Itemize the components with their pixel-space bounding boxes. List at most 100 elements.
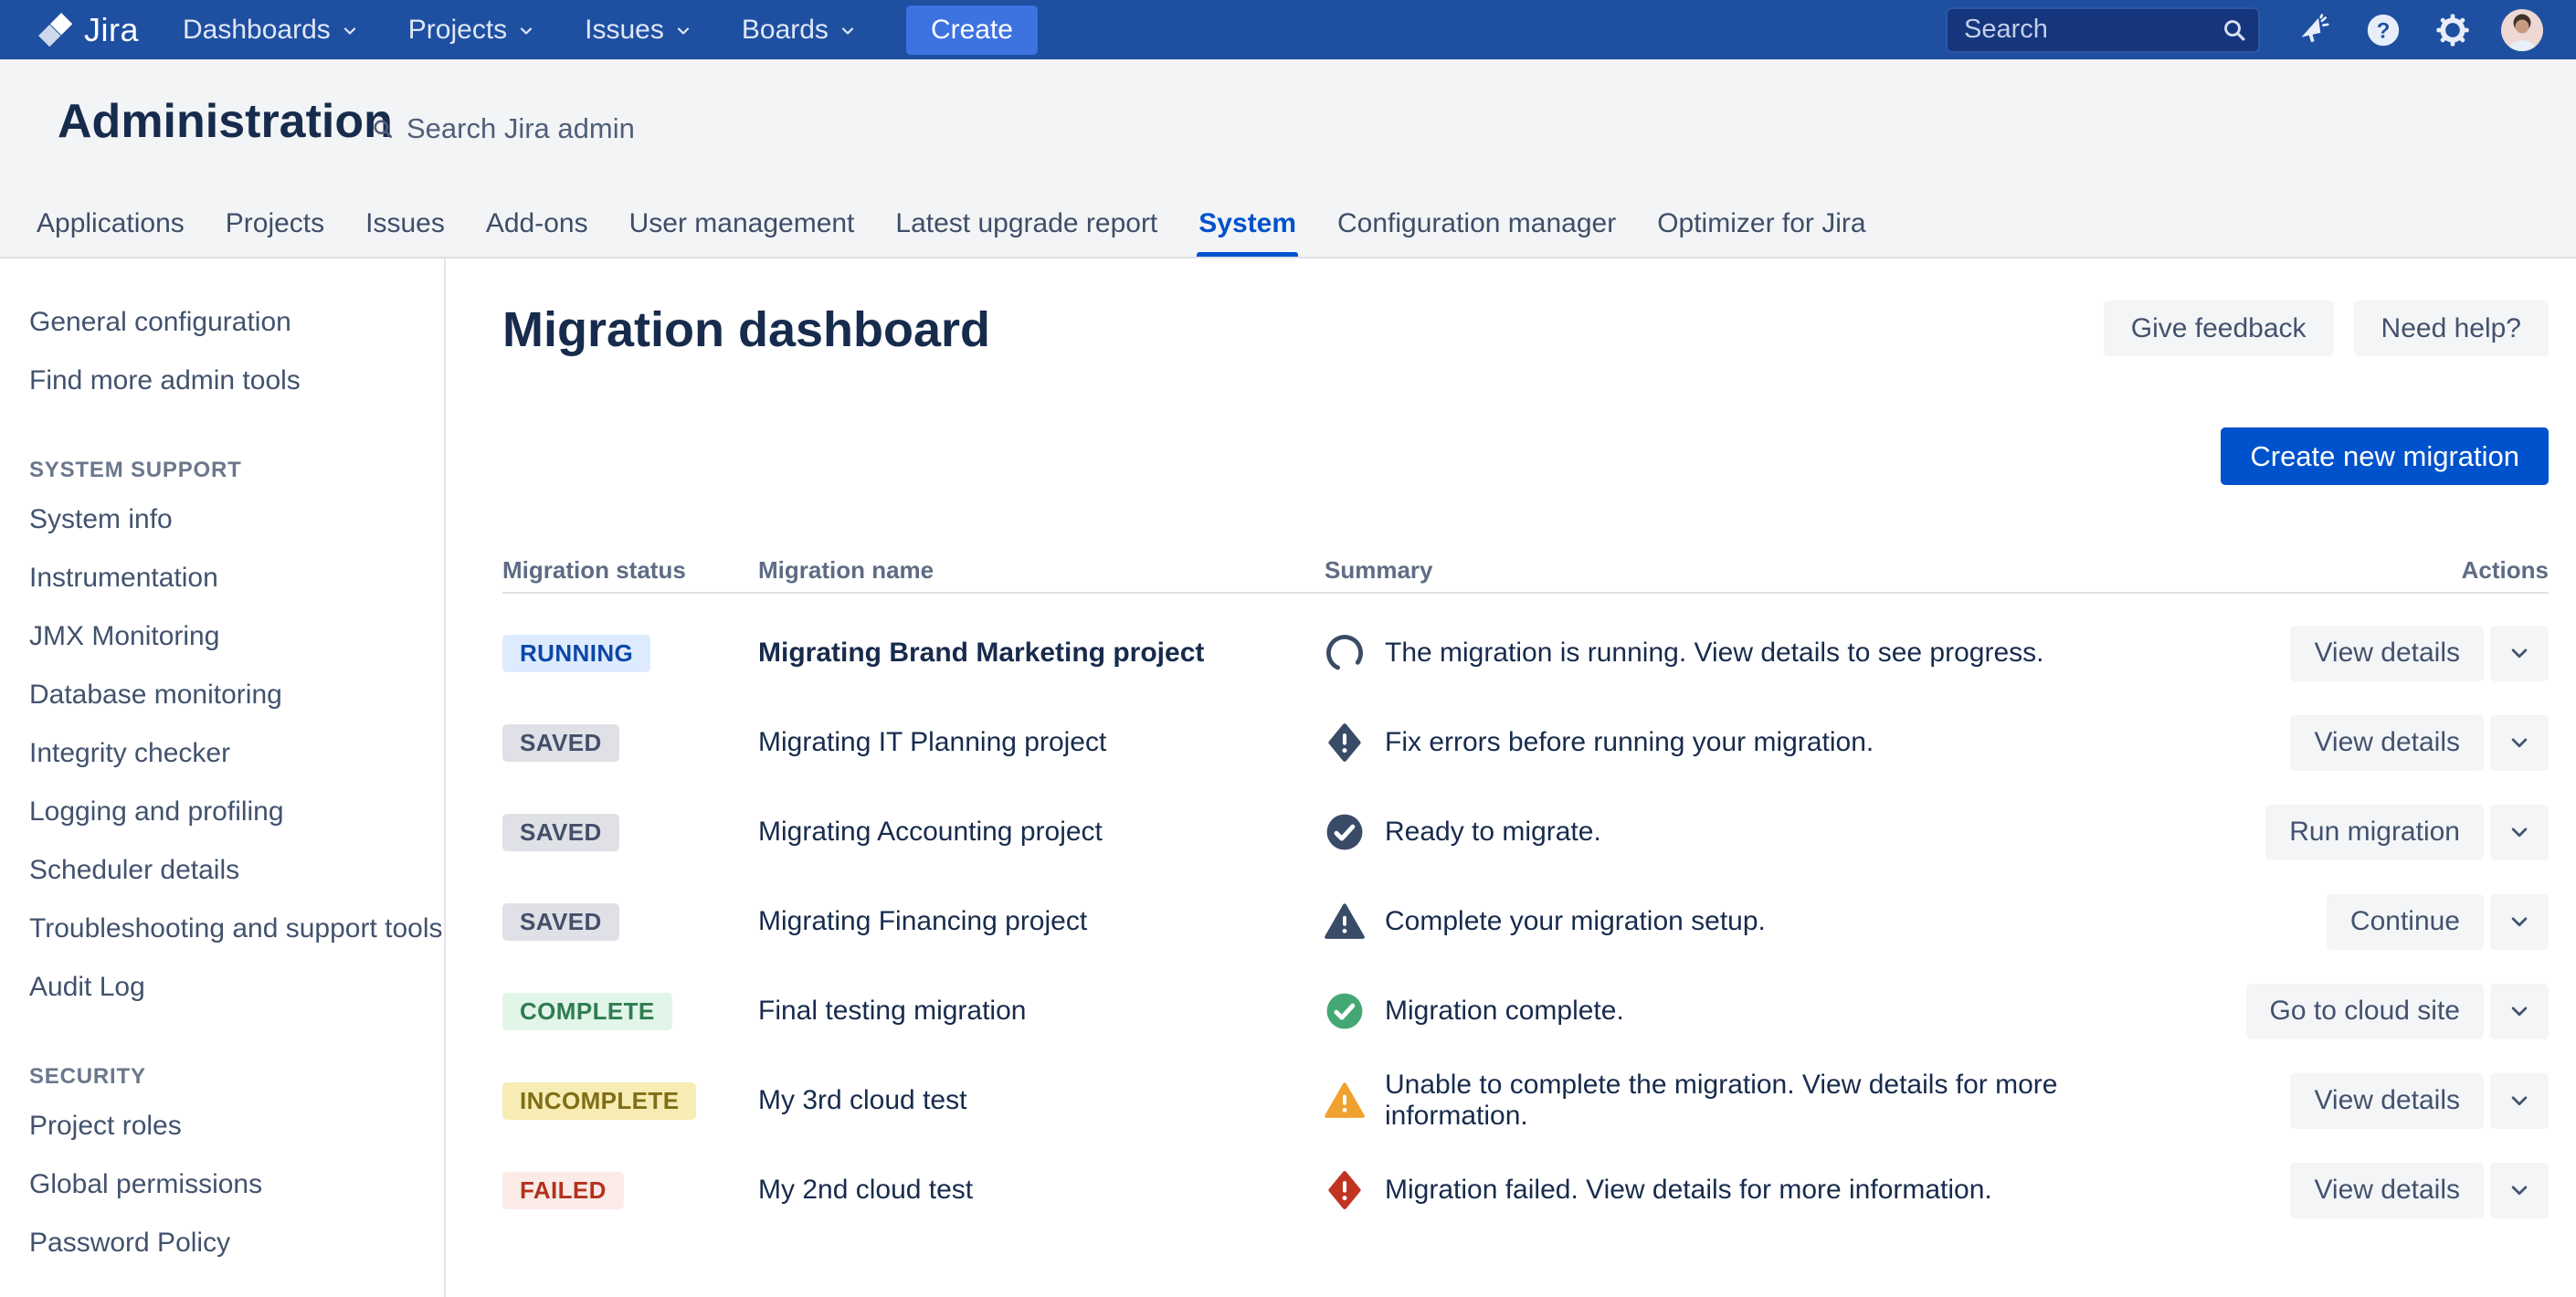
row-action-button[interactable]: Go to cloud site xyxy=(2245,983,2484,1039)
announcement-icon[interactable] xyxy=(2293,9,2335,51)
name-cell: My 2nd cloud test xyxy=(758,1175,1325,1206)
sidebar-item-password-policy[interactable]: Password Policy xyxy=(0,1214,444,1272)
error-diamond-dark-icon xyxy=(1325,722,1365,763)
jira-admin-screen: Jira Dashboards Projects Issues Boards Crea… xyxy=(0,0,2576,1297)
col-migration-status: Migration status xyxy=(502,555,686,584)
tab-system[interactable]: System xyxy=(1197,208,1298,257)
nav-item-projects[interactable]: Projects xyxy=(408,15,537,46)
nav-item-dashboards[interactable]: Dashboards xyxy=(183,15,361,46)
row-action-button[interactable]: View details xyxy=(2290,625,2484,681)
tab-issues[interactable]: Issues xyxy=(364,208,447,257)
sidebar-item-system-info[interactable]: System info xyxy=(0,490,444,549)
sidebar-item-audit-log[interactable]: Audit Log xyxy=(0,958,444,1017)
user-avatar[interactable] xyxy=(2501,8,2543,51)
migration-name: Migrating Brand Marketing project xyxy=(758,638,1205,668)
actions-cell: View details xyxy=(2165,1072,2549,1129)
sidebar-item-database-monitoring[interactable]: Database monitoring xyxy=(0,666,444,724)
table-row: SAVED Migrating Financing project Complete… xyxy=(502,877,2549,966)
sidebar-item-instrumentation[interactable]: Instrumentation xyxy=(0,549,444,607)
status-cell: COMPLETE xyxy=(502,992,758,1030)
name-cell: Migrating Accounting project xyxy=(758,817,1325,848)
chevron-down-icon xyxy=(2506,729,2533,756)
nav-item-boards[interactable]: Boards xyxy=(742,15,859,46)
migration-name: My 3rd cloud test xyxy=(758,1085,967,1115)
summary-text: Complete your migration setup. xyxy=(1385,906,1766,936)
row-action-menu-button[interactable] xyxy=(2490,983,2549,1039)
top-navigation-bar: Jira Dashboards Projects Issues Boards Crea… xyxy=(0,0,2576,59)
summary-cell: The migration is running. View details t… xyxy=(1325,633,2165,673)
status-badge: RUNNING xyxy=(502,634,651,672)
chevron-down-icon xyxy=(2506,908,2533,935)
sidebar-section-title: SECURITY xyxy=(29,1064,146,1089)
tab-latest-upgrade-report[interactable]: Latest upgrade report xyxy=(893,208,1159,257)
sidebar-item-logging-and-profiling[interactable]: Logging and profiling xyxy=(0,783,444,841)
chevron-down-icon xyxy=(2506,997,2533,1025)
tab-applications[interactable]: Applications xyxy=(35,208,186,257)
jira-logo-icon xyxy=(33,9,75,51)
row-action-button[interactable]: Run migration xyxy=(2265,804,2484,860)
create-button[interactable]: Create xyxy=(905,5,1038,55)
summary-cell: Migration complete. xyxy=(1325,991,2165,1031)
sidebar-item-jmx-monitoring[interactable]: JMX Monitoring xyxy=(0,607,444,666)
tab-add-ons[interactable]: Add-ons xyxy=(484,208,590,257)
name-cell: My 3rd cloud test xyxy=(758,1085,1325,1116)
actions-cell: View details xyxy=(2165,714,2549,771)
topnav-search xyxy=(1946,6,2260,53)
row-action-button[interactable]: Continue xyxy=(2326,893,2484,950)
tab-optimizer-for-jira[interactable]: Optimizer for Jira xyxy=(1655,208,1867,257)
need-help-button[interactable]: Need help? xyxy=(2353,301,2549,356)
topnav-icons: ? xyxy=(2293,8,2543,51)
row-action-menu-button[interactable] xyxy=(2490,625,2549,681)
table-row: INCOMPLETE My 3rd cloud test Unable to com… xyxy=(502,1056,2549,1145)
table-row: COMPLETE Final testing migration Migration… xyxy=(502,966,2549,1056)
row-action-menu-button[interactable] xyxy=(2490,893,2549,950)
tab-projects[interactable]: Projects xyxy=(224,208,326,257)
chevron-down-icon xyxy=(339,17,361,42)
chevron-down-icon xyxy=(837,17,859,42)
nav-item-issues[interactable]: Issues xyxy=(585,15,694,46)
status-badge: SAVED xyxy=(502,723,619,762)
status-badge: FAILED xyxy=(502,1171,624,1209)
migration-name: Final testing migration xyxy=(758,996,1027,1026)
sidebar-item-troubleshooting-and-support-tools[interactable]: Troubleshooting and support tools xyxy=(0,900,444,958)
name-cell: Final testing migration xyxy=(758,996,1325,1027)
sidebar-item-scheduler-details[interactable]: Scheduler details xyxy=(0,841,444,900)
chevron-down-icon xyxy=(2506,1176,2533,1204)
col-migration-name: Migration name xyxy=(758,555,934,584)
migration-name: Migrating Accounting project xyxy=(758,817,1103,847)
table-header-row: Migration status Migration name Summary … xyxy=(502,548,2549,594)
row-action-button[interactable]: View details xyxy=(2290,1162,2484,1218)
tab-configuration-manager[interactable]: Configuration manager xyxy=(1336,208,1618,257)
summary-text: The migration is running. View details t… xyxy=(1385,638,2044,668)
topnav-menu: Dashboards Projects Issues Boards xyxy=(183,15,859,46)
sidebar-item-global-permissions[interactable]: Global permissions xyxy=(0,1155,444,1214)
create-new-migration-button[interactable]: Create new migration xyxy=(2221,427,2549,485)
error-diamond-red-icon xyxy=(1325,1170,1365,1210)
tab-user-management[interactable]: User management xyxy=(628,208,857,257)
row-action-menu-button[interactable] xyxy=(2490,714,2549,771)
table-row: RUNNING Migrating Brand Marketing project… xyxy=(502,608,2549,698)
row-action-button[interactable]: View details xyxy=(2290,714,2484,771)
row-action-menu-button[interactable] xyxy=(2490,1162,2549,1218)
nav-item-label: Issues xyxy=(585,14,664,45)
sidebar-item-integrity-checker[interactable]: Integrity checker xyxy=(0,724,444,783)
nav-item-label: Projects xyxy=(407,14,508,45)
row-action-menu-button[interactable] xyxy=(2490,804,2549,860)
admin-search[interactable]: Search Jira admin xyxy=(370,112,635,145)
row-action-menu-button[interactable] xyxy=(2490,1072,2549,1129)
row-action-button[interactable]: View details xyxy=(2290,1072,2484,1129)
search-input[interactable] xyxy=(1946,6,2260,53)
migration-name: My 2nd cloud test xyxy=(758,1175,974,1205)
jira-logo[interactable]: Jira xyxy=(33,9,139,51)
nav-item-label: Dashboards xyxy=(183,14,331,45)
summary-cell: Complete your migration setup. xyxy=(1325,902,2165,942)
sidebar-item-project-roles[interactable]: Project roles xyxy=(0,1097,444,1155)
help-icon[interactable]: ? xyxy=(2362,9,2404,51)
settings-icon[interactable] xyxy=(2432,9,2474,51)
sidebar-item-general-configuration[interactable]: General configuration xyxy=(0,293,444,352)
give-feedback-button[interactable]: Give feedback xyxy=(2103,301,2334,356)
status-cell: INCOMPLETE xyxy=(502,1081,758,1120)
table-row: SAVED Migrating Accounting project Ready t… xyxy=(502,787,2549,877)
actions-cell: View details xyxy=(2165,1162,2549,1218)
sidebar-item-find-more-admin-tools[interactable]: Find more admin tools xyxy=(0,352,444,410)
